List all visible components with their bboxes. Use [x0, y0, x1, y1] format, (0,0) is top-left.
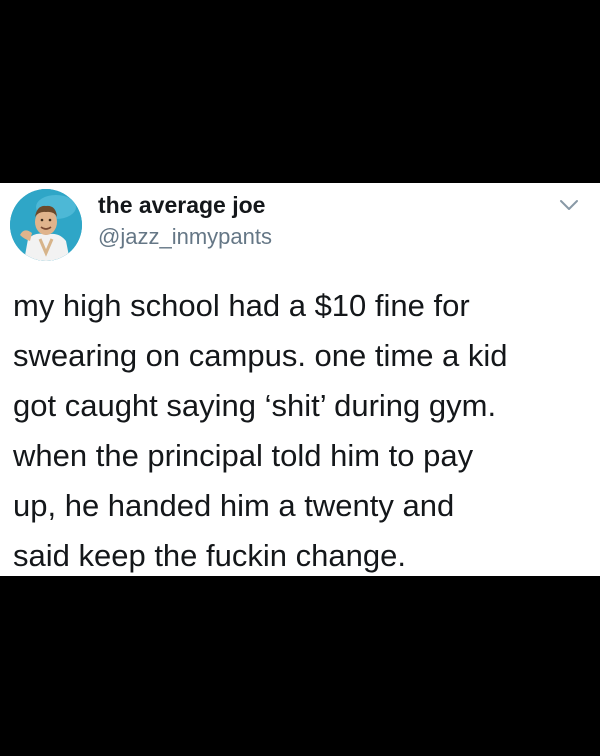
avatar[interactable] [10, 189, 82, 261]
tweet-line: when the principal told him to pay [13, 438, 474, 473]
tweet-line: up, he handed him a twenty and [13, 488, 455, 523]
user-handle[interactable]: @jazz_inmypants [98, 224, 272, 250]
display-name[interactable]: the average joe [98, 192, 265, 219]
chevron-down-icon[interactable] [558, 197, 580, 213]
tweet-line: got caught saying ‘shit’ during gym. [13, 388, 497, 423]
tweet-card: the average joe @jazz_inmypants my high … [0, 183, 600, 576]
tweet-line: my high school had a $10 fine for [13, 288, 470, 323]
tweet-text: my high school had a $10 fine for sweari… [13, 281, 593, 581]
avatar-image [10, 189, 82, 261]
tweet-line: swearing on campus. one time a kid [13, 338, 508, 373]
screenshot-frame: the average joe @jazz_inmypants my high … [0, 0, 600, 756]
tweet-line: said keep the fuckin change. [13, 538, 406, 573]
